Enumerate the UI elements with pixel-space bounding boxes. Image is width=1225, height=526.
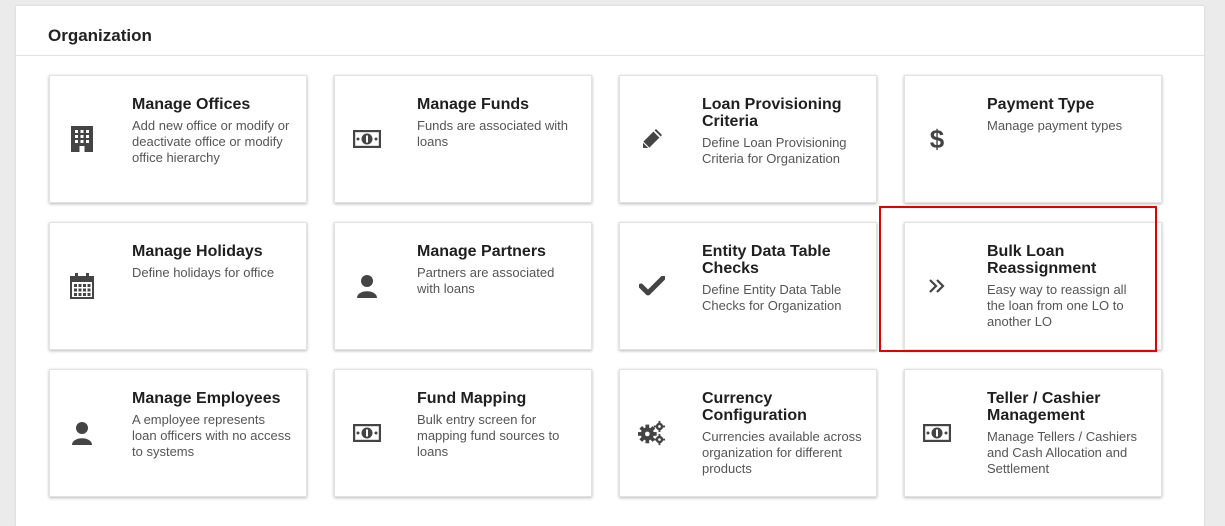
card-title: Manage Holidays [132,243,263,260]
card-title: Currency Configuration [702,390,807,424]
check-icon [638,223,666,349]
card-description: Define Entity Data Table Checks for Orga… [702,282,842,313]
card-loan-provisioning-criteria[interactable]: Loan Provisioning Criteria Define Loan P… [619,75,877,203]
card-payment-type[interactable]: $ Payment Type Manage payment types [904,75,1162,203]
card-description: Bulk entry screen for mapping fund sourc… [417,412,560,459]
money-icon [353,76,381,202]
card-teller-cashier-management[interactable]: Teller / Cashier Management Manage Telle… [904,369,1162,497]
section-divider [16,55,1204,56]
card-title: Entity Data Table Checks [702,243,831,277]
card-description: Add new office or modify or deactivate o… [132,118,290,165]
card-title: Teller / Cashier Management [987,390,1101,424]
card-description: Manage payment types [987,118,1123,133]
calendar-icon [68,223,96,349]
card-fund-mapping[interactable]: Fund Mapping Bulk entry screen for mappi… [334,369,592,497]
dollar-icon: $ [923,76,951,202]
card-title: Loan Provisioning Criteria [702,96,842,130]
card-description: Manage Tellers / Cashiers and Cash Alloc… [987,429,1138,476]
card-entity-data-table-checks[interactable]: Entity Data Table Checks Define Entity D… [619,222,877,350]
card-title: Manage Funds [417,96,530,113]
card-currency-configuration[interactable]: Currency Configuration Currencies availa… [619,369,877,497]
user-icon [68,370,96,496]
card-description: Easy way to reassign all the loan from o… [987,282,1127,329]
pencil-icon [638,76,666,202]
gears-icon [638,370,666,496]
card-manage-partners[interactable]: Manage Partners Partners are associated … [334,222,592,350]
card-manage-holidays[interactable]: Manage Holidays Define holidays for offi… [49,222,307,350]
card-title: Fund Mapping [417,390,527,407]
card-title: Manage Employees [132,390,281,407]
card-title: Manage Offices [132,96,251,113]
card-title: Manage Partners [417,243,546,260]
card-manage-funds[interactable]: Manage Funds Funds are associated with l… [334,75,592,203]
svg-text:$: $ [930,125,945,153]
card-description: Define holidays for office [132,265,275,280]
money-icon [923,370,951,496]
card-title: Payment Type [987,96,1095,113]
card-description: Define Loan Provisioning Criteria for Or… [702,135,847,166]
card-manage-offices[interactable]: Manage Offices Add new office or modify … [49,75,307,203]
section-title: Organization [48,26,152,45]
double-chevron-right-icon [923,223,951,349]
money-icon [353,370,381,496]
card-description: Funds are associated with loans [417,118,569,149]
card-description: Currencies available across organization… [702,429,862,476]
user-icon [353,223,381,349]
card-manage-employees[interactable]: Manage Employees A employee represents l… [49,369,307,497]
card-title: Bulk Loan Reassignment [987,243,1097,277]
building-icon [68,76,96,202]
card-bulk-loan-reassignment[interactable]: Bulk Loan Reassignment Easy way to reass… [904,222,1162,350]
card-description: Partners are associated with loans [417,265,555,296]
card-description: A employee represents loan officers with… [132,412,291,459]
